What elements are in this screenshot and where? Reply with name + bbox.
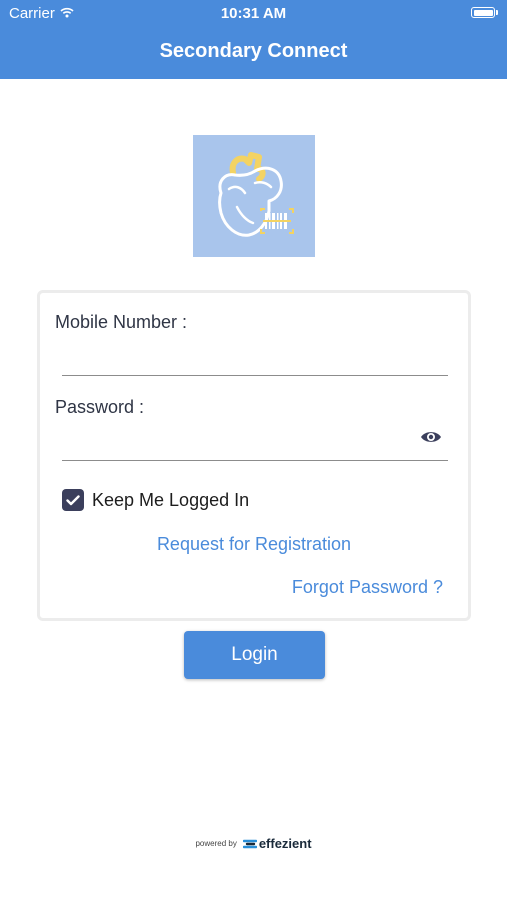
app-header: Carrier 10:31 AM Secondary Connect: [0, 0, 507, 79]
mobile-number-label: Mobile Number :: [55, 312, 188, 332]
request-registration-link[interactable]: Request for Registration: [40, 534, 468, 555]
battery-cap: [496, 10, 498, 15]
forgot-password-link[interactable]: Forgot Password ?: [292, 577, 443, 598]
keep-logged-in-checkbox[interactable]: [62, 489, 84, 511]
status-bar: Carrier 10:31 AM: [0, 0, 507, 28]
page-title: Secondary Connect: [159, 40, 348, 62]
powered-by-footer: powered by effezient: [0, 836, 507, 851]
keep-logged-in-label: Keep Me Logged In: [92, 489, 250, 510]
checkmark-icon: [66, 494, 80, 505]
mobile-number-input[interactable]: [62, 335, 412, 373]
status-time: 10:31 AM: [220, 5, 287, 22]
password-field[interactable]: [62, 420, 448, 461]
effezient-logo-icon: [242, 839, 257, 848]
powered-by-label: powered by: [195, 839, 237, 848]
brand-name: effezient: [258, 836, 312, 851]
battery-body: [471, 7, 495, 18]
keep-logged-in[interactable]: Keep Me Logged In: [62, 489, 249, 511]
login-form: Mobile Number : Password : Keep Me Logge…: [37, 290, 471, 621]
battery-icon: [471, 7, 498, 18]
login-button[interactable]: Login: [184, 631, 325, 679]
app-logo: [193, 135, 315, 257]
eye-icon[interactable]: [420, 430, 442, 444]
password-label: Password :: [55, 397, 145, 417]
mobile-number-field[interactable]: [62, 335, 448, 376]
password-input[interactable]: [62, 420, 412, 458]
brand-logo: effezient: [242, 836, 312, 851]
heart-barcode-icon: [218, 152, 294, 237]
